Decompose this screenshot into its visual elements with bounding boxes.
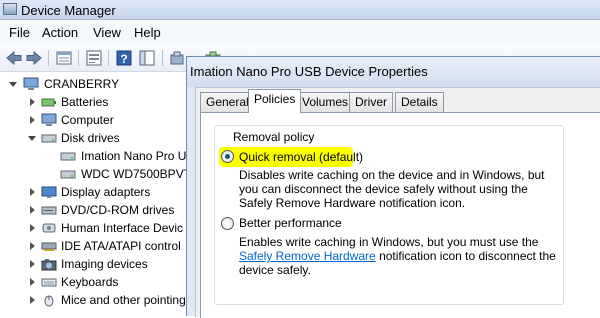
hid-icon [41, 221, 57, 235]
tab-policies[interactable]: Policies [248, 89, 302, 113]
removal-policy-group: Removal policy Quick removal (default) D… [214, 125, 564, 305]
menu-action[interactable]: Action [42, 25, 78, 40]
help-icon[interactable]: ? [115, 49, 133, 67]
menu-file[interactable]: File [9, 25, 30, 40]
tab-driver[interactable]: Driver [349, 92, 393, 112]
tree-item-computer[interactable]: Computer [0, 111, 190, 129]
tree-item-label: Imaging devices [61, 257, 148, 271]
tree-item-ide-ata[interactable]: IDE ATA/ATAPI control [0, 237, 190, 255]
expand-chevron-icon[interactable] [9, 82, 17, 87]
tab-general[interactable]: General [200, 92, 255, 112]
tree-item-batteries[interactable]: Batteries [0, 93, 190, 111]
device-tree: CRANBERRY Batteries Computer Disk drives… [0, 73, 190, 316]
tree-item-label: WDC WD7500BPVT- [81, 167, 190, 181]
forward-arrow-icon[interactable] [25, 49, 43, 67]
device-manager-icon [3, 3, 17, 15]
tree-item-display-adapters[interactable]: Display adapters [0, 183, 190, 201]
tree-item-hid[interactable]: Human Interface Devic [0, 219, 190, 237]
expand-chevron-icon[interactable] [30, 98, 35, 106]
tree-item-label: Disk drives [61, 131, 120, 145]
show-hidden-icon[interactable] [85, 49, 103, 67]
menu-bar: File Action View Help [0, 21, 600, 44]
window-title: Device Manager [21, 3, 116, 18]
tab-volumes[interactable]: Volumes [296, 92, 355, 112]
svg-text:?: ? [120, 52, 127, 66]
tree-item-label: IDE ATA/ATAPI control [61, 239, 181, 253]
tree-root-label: CRANBERRY [44, 77, 120, 91]
dialog-body: General Policies Volumes Driver Details … [195, 87, 600, 318]
menu-help[interactable]: Help [134, 25, 161, 40]
tree-item-dvd-cd-rom[interactable]: DVD/CD-ROM drives [0, 201, 190, 219]
tree-item-imaging-devices[interactable]: Imaging devices [0, 255, 190, 273]
better-performance-radio[interactable] [221, 217, 234, 230]
quick-removal-label[interactable]: Quick removal (default) [239, 150, 363, 164]
menu-view[interactable]: View [93, 25, 121, 40]
tree-item-mice[interactable]: Mice and other pointing [0, 291, 190, 309]
expand-chevron-icon[interactable] [28, 136, 36, 141]
keyboard-icon [41, 275, 57, 289]
safely-remove-hardware-link[interactable]: Safely Remove Hardware [239, 249, 376, 263]
device-manager-titlebar[interactable]: Device Manager [0, 0, 600, 20]
tree-item-imation-nano-pro[interactable]: Imation Nano Pro U [0, 147, 190, 165]
expand-chevron-icon[interactable] [30, 206, 35, 214]
tree-item-label: Human Interface Devic [61, 221, 184, 235]
toolbar-separator [48, 50, 49, 66]
expand-chevron-icon[interactable] [30, 116, 35, 124]
disk-drive-icon [60, 167, 76, 181]
computer-icon [23, 77, 39, 91]
expand-chevron-icon[interactable] [30, 278, 35, 286]
better-performance-label[interactable]: Better performance [239, 216, 342, 230]
display-adapter-icon [41, 185, 57, 199]
expand-chevron-icon[interactable] [30, 188, 35, 196]
dialog-titlebar[interactable]: Imation Nano Pro USB Device Properties [187, 57, 600, 87]
console-tree-icon[interactable] [138, 49, 156, 67]
dialog-title: Imation Nano Pro USB Device Properties [190, 64, 428, 79]
device-properties-dialog: Imation Nano Pro USB Device Properties G… [186, 56, 600, 318]
battery-icon [41, 95, 57, 109]
toolbar-separator [78, 50, 79, 66]
back-arrow-icon[interactable] [5, 49, 23, 67]
tree-root[interactable]: CRANBERRY [0, 75, 190, 93]
disk-drive-icon [60, 149, 76, 163]
quick-removal-radio[interactable] [221, 150, 234, 163]
tree-item-label: Mice and other pointing [61, 293, 186, 307]
quick-removal-description: Disables write caching on the device and… [239, 168, 545, 210]
expand-chevron-icon[interactable] [30, 242, 35, 250]
removal-policy-title: Removal policy [231, 130, 317, 144]
expand-chevron-icon[interactable] [30, 296, 35, 304]
computer-icon [41, 113, 57, 127]
better-performance-text-before: Enables write caching in Windows, but yo… [239, 235, 539, 249]
mouse-icon [41, 293, 57, 307]
tree-item-label: Keyboards [61, 275, 119, 289]
properties-sheet-icon[interactable] [55, 49, 73, 67]
policies-panel: Removal policy Quick removal (default) D… [200, 112, 600, 318]
expand-chevron-icon[interactable] [30, 224, 35, 232]
tree-item-label: DVD/CD-ROM drives [61, 203, 175, 217]
update-driver-icon[interactable] [168, 49, 186, 67]
tree-item-label: Imation Nano Pro U [81, 149, 187, 163]
tab-details[interactable]: Details [395, 92, 444, 112]
toolbar-separator [108, 50, 109, 66]
tree-item-keyboards[interactable]: Keyboards [0, 273, 190, 291]
tree-item-disk-drives[interactable]: Disk drives [0, 129, 190, 147]
tree-item-label: Computer [61, 113, 114, 127]
ide-controller-icon [41, 239, 57, 253]
expand-chevron-icon[interactable] [30, 260, 35, 268]
tree-item-label: Batteries [61, 95, 109, 109]
toolbar-separator [162, 50, 163, 66]
camera-icon [41, 257, 57, 271]
dvd-drive-icon [41, 203, 57, 217]
disk-drive-icon [41, 131, 57, 145]
tree-item-label: Display adapters [61, 185, 151, 199]
tree-item-wdc-drive[interactable]: WDC WD7500BPVT- [0, 165, 190, 183]
better-performance-description: Enables write caching in Windows, but yo… [239, 235, 564, 277]
